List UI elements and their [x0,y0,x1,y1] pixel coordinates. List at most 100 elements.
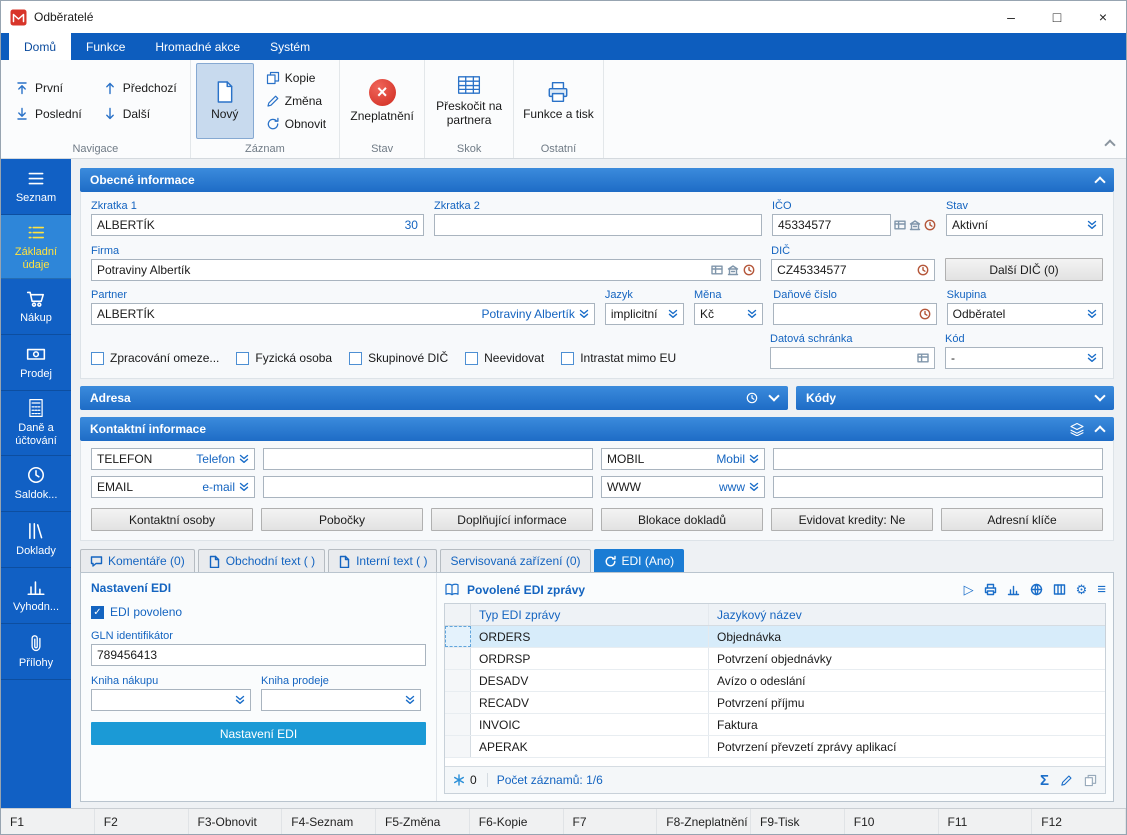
expand-icon[interactable] [1094,390,1105,401]
edi-povoleno-checkbox[interactable]: EDI povoleno [91,605,426,619]
telefon-input[interactable] [263,448,593,470]
ico-input[interactable]: 45334577 [772,214,891,236]
registry-icon[interactable] [727,264,739,276]
row-selector[interactable] [445,714,471,735]
dropdown-icon[interactable] [749,454,759,464]
dalsi-dic-button[interactable]: Další DIČ (0) [945,258,1103,281]
section-header-kontaktni-informace[interactable]: Kontaktní informace [80,417,1114,441]
chart-icon[interactable] [1007,583,1020,596]
tab-obchodni-text[interactable]: Obchodní text ( ) [198,549,325,572]
checkbox-fyzicka-osoba[interactable]: Fyzická osoba [236,351,332,365]
sum-icon[interactable]: Σ [1040,773,1049,788]
history-clock-icon[interactable] [743,264,755,276]
zkratka2-input[interactable] [434,214,762,236]
history-clock-icon[interactable] [746,392,758,404]
fkey-f3-obnovit[interactable]: F3-Obnovit [189,809,283,834]
lookup-icon[interactable] [894,219,906,231]
pobocky-button[interactable]: Pobočky [261,508,423,531]
ribbon-tab-domu[interactable]: Domů [9,33,71,60]
invalidate-button[interactable]: Zneplatnění [345,63,419,139]
expand-icon[interactable] [768,390,779,401]
sidebar-item-prilohy[interactable]: Přílohy [1,624,71,680]
email-type-select[interactable]: EMAILe-mail [91,476,255,498]
dropdown-icon[interactable] [405,695,415,705]
dropdown-icon[interactable] [1087,220,1097,230]
functions-print-button[interactable]: Funkce a tisk [519,63,598,139]
doplnujici-informace-button[interactable]: Doplňující informace [431,508,593,531]
history-clock-icon[interactable] [917,264,929,276]
sidebar-item-prodej[interactable]: Prodej [1,335,71,391]
mobil-input[interactable] [773,448,1103,470]
skupina-select[interactable]: Odběratel [947,303,1103,325]
fkey-f1[interactable]: F1 [1,809,95,834]
column-header-typ[interactable]: Typ EDI zprávy [471,604,709,625]
dropdown-icon[interactable] [239,454,249,464]
sidebar-item-seznam[interactable]: Seznam [1,159,71,215]
section-header-kody[interactable]: Kódy [796,386,1114,410]
fkey-f11[interactable]: F11 [939,809,1033,834]
dropdown-icon[interactable] [1087,353,1097,363]
datova-schranka-input[interactable] [770,347,935,369]
ribbon-collapse-icon[interactable] [1104,139,1115,150]
play-icon[interactable]: ▷ [964,583,974,596]
ribbon-tab-funkce[interactable]: Funkce [71,33,140,60]
dropdown-icon[interactable] [749,482,759,492]
sidebar-item-doklady[interactable]: Doklady [1,512,71,568]
history-clock-icon[interactable] [924,219,936,231]
row-selector[interactable] [445,692,471,713]
tab-edi[interactable]: EDI (Ano) [594,549,685,572]
row-selector[interactable] [445,670,471,691]
sidebar-item-saldokonto[interactable]: Saldok... [1,456,71,512]
table-row[interactable]: ORDRSPPotvrzení objednávky [445,648,1105,670]
checkbox-neevidovat[interactable]: Neevidovat [465,351,544,365]
section-header-adresa[interactable]: Adresa [80,386,788,410]
dropdown-icon[interactable] [747,309,757,319]
history-clock-icon[interactable] [919,308,931,320]
dropdown-icon[interactable] [239,482,249,492]
row-selector[interactable] [445,736,471,757]
column-header-nazev[interactable]: Jazykový název [709,604,1105,625]
fkey-f9-tisk[interactable]: F9-Tisk [751,809,845,834]
dropdown-icon[interactable] [1087,309,1097,319]
fkey-f7[interactable]: F7 [564,809,658,834]
kontaktni-osoby-button[interactable]: Kontaktní osoby [91,508,253,531]
partner-input[interactable]: ALBERTÍKPotraviny Albertík [91,303,595,325]
collapse-icon[interactable] [1094,176,1105,187]
close-button[interactable]: × [1080,1,1126,33]
partner-link[interactable]: Potraviny Albertík [481,307,574,321]
row-selector[interactable] [445,648,471,669]
collapse-icon[interactable] [1094,425,1105,436]
fkey-f4-seznam[interactable]: F4-Seznam [282,809,376,834]
fkey-f10[interactable]: F10 [845,809,939,834]
dropdown-icon[interactable] [579,309,589,319]
first-button[interactable]: První [6,76,90,100]
kniha-nakupu-select[interactable] [91,689,251,711]
next-button[interactable]: Další [94,102,185,126]
checkbox-skupinove-dic[interactable]: Skupinové DIČ [349,351,448,365]
sidebar-item-nakup[interactable]: Nákup [1,279,71,335]
sidebar-item-dane-a-uctovani[interactable]: Daně a účtování [1,391,71,455]
nastaveni-edi-button[interactable]: Nastavení EDI [91,722,426,745]
printer-icon[interactable] [984,583,997,596]
menu-icon[interactable]: ≡ [1097,582,1106,597]
adresni-klice-button[interactable]: Adresní klíče [941,508,1103,531]
layers-icon[interactable] [1070,422,1084,436]
mobil-type-select[interactable]: MOBILMobil [601,448,765,470]
tab-servisovana-zarizeni[interactable]: Servisovaná zařízení (0) [440,549,590,572]
kod-select[interactable]: - [945,347,1103,369]
jump-to-partner-button[interactable]: Přeskočit na partnera [430,63,508,139]
copy-record-button[interactable]: Kopie [258,67,334,89]
ribbon-tab-system[interactable]: Systém [255,33,325,60]
email-input[interactable] [263,476,593,498]
ribbon-tab-hromadne-akce[interactable]: Hromadné akce [140,33,255,60]
www-input[interactable] [773,476,1103,498]
row-selector[interactable] [445,626,471,647]
gear-icon[interactable]: ⚙ [1076,583,1088,596]
zkratka1-input[interactable]: ALBERTÍK30 [91,214,424,236]
table-row[interactable]: APERAKPotvrzení převzetí zprávy aplikací [445,736,1105,758]
new-record-button[interactable]: Nový [196,63,254,139]
dropdown-icon[interactable] [668,309,678,319]
blokace-dokladu-button[interactable]: Blokace dokladů [601,508,763,531]
previous-button[interactable]: Předchozí [94,76,185,100]
asterisk-icon[interactable] [453,774,465,786]
